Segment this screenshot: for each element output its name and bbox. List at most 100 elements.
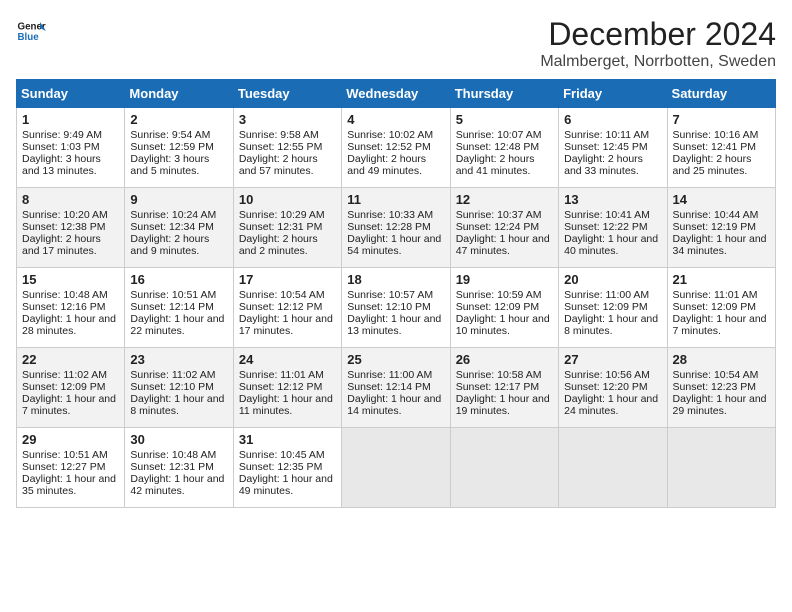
day-info: Sunset: 12:31 PM xyxy=(130,461,227,473)
day-info: Daylight: 1 hour and 8 minutes. xyxy=(130,393,227,417)
day-info: Sunrise: 10:16 AM xyxy=(673,129,770,141)
day-info: Daylight: 2 hours and 33 minutes. xyxy=(564,153,661,177)
calendar-cell: 9Sunrise: 10:24 AMSunset: 12:34 PMDaylig… xyxy=(125,188,233,268)
calendar-cell: 14Sunrise: 10:44 AMSunset: 12:19 PMDayli… xyxy=(667,188,775,268)
day-info: Daylight: 1 hour and 29 minutes. xyxy=(673,393,770,417)
day-info: Sunset: 12:52 PM xyxy=(347,141,444,153)
calendar-cell: 22 Sunrise: 11:02 AMSunset: 12:09 PMDayli… xyxy=(17,348,125,428)
header-saturday: Saturday xyxy=(667,80,775,108)
calendar-cell: 26Sunrise: 10:58 AMSunset: 12:17 PMDayli… xyxy=(450,348,558,428)
day-number: 24 xyxy=(239,352,336,367)
day-info: Sunset: 12:34 PM xyxy=(130,221,227,233)
day-number: 28 xyxy=(673,352,770,367)
day-info: Sunrise: 10:20 AM xyxy=(22,209,119,221)
day-number: 10 xyxy=(239,192,336,207)
day-info: Sunset: 12:09 PM xyxy=(564,301,661,313)
calendar-cell: 4 Sunrise: 10:02 AMSunset: 12:52 PMDaylig… xyxy=(342,108,450,188)
day-info: Daylight: 1 hour and 7 minutes. xyxy=(673,313,770,337)
day-info: Sunrise: 10:29 AM xyxy=(239,209,336,221)
logo: General Blue xyxy=(16,16,46,46)
day-number: 6 xyxy=(564,112,661,127)
day-number: 25 xyxy=(347,352,444,367)
calendar-table: SundayMondayTuesdayWednesdayThursdayFrid… xyxy=(16,79,776,508)
calendar-cell: 20Sunrise: 11:00 AMSunset: 12:09 PMDayli… xyxy=(559,268,667,348)
day-number: 23 xyxy=(130,352,227,367)
day-info: Sunset: 12:09 PM xyxy=(456,301,553,313)
day-number: 22 xyxy=(22,352,119,367)
day-info: Daylight: 1 hour and 34 minutes. xyxy=(673,233,770,257)
day-info: Sunset: 1:03 PM xyxy=(22,141,119,153)
day-info: Sunset: 12:20 PM xyxy=(564,381,661,393)
calendar-week-row: 1Sunrise: 9:49 AMSunset: 1:03 PMDaylight… xyxy=(17,108,776,188)
day-info: Daylight: 1 hour and 11 minutes. xyxy=(239,393,336,417)
day-number: 2 xyxy=(130,112,227,127)
calendar-cell: 17 Sunrise: 10:54 AMSunset: 12:12 PMDayli… xyxy=(233,268,341,348)
day-info: Sunset: 12:14 PM xyxy=(130,301,227,313)
day-info: Sunset: 12:55 PM xyxy=(239,141,336,153)
day-info: Daylight: 1 hour and 7 minutes. xyxy=(22,393,119,417)
calendar-cell xyxy=(559,428,667,508)
calendar-cell: 8Sunrise: 10:20 AMSunset: 12:38 PMDaylig… xyxy=(17,188,125,268)
header-wednesday: Wednesday xyxy=(342,80,450,108)
day-info: Sunrise: 10:59 AM xyxy=(456,289,553,301)
day-info: Sunrise: 11:02 AM xyxy=(130,369,227,381)
page-title: December 2024 xyxy=(540,16,776,53)
day-number: 29 xyxy=(22,432,119,447)
calendar-cell: 24Sunrise: 11:01 AMSunset: 12:12 PMDayli… xyxy=(233,348,341,428)
day-info: Sunset: 12:09 PM xyxy=(22,381,119,393)
day-number: 15 xyxy=(22,272,119,287)
day-number: 4 xyxy=(347,112,444,127)
day-info: Sunset: 12:59 PM xyxy=(130,141,227,153)
day-info: Daylight: 1 hour and 17 minutes. xyxy=(239,313,336,337)
day-number: 30 xyxy=(130,432,227,447)
day-info: Daylight: 1 hour and 35 minutes. xyxy=(22,473,119,497)
day-number: 5 xyxy=(456,112,553,127)
day-info: Daylight: 1 hour and 42 minutes. xyxy=(130,473,227,497)
day-info: Sunrise: 10:48 AM xyxy=(22,289,119,301)
calendar-cell: 25Sunrise: 11:00 AMSunset: 12:14 PMDayli… xyxy=(342,348,450,428)
header-sunday: Sunday xyxy=(17,80,125,108)
day-info: Daylight: 2 hours and 57 minutes. xyxy=(239,153,336,177)
calendar-cell: 19Sunrise: 10:59 AMSunset: 12:09 PMDayli… xyxy=(450,268,558,348)
calendar-cell: 12Sunrise: 10:37 AMSunset: 12:24 PMDayli… xyxy=(450,188,558,268)
calendar-cell: 29Sunrise: 10:51 AMSunset: 12:27 PMDayli… xyxy=(17,428,125,508)
day-info: Sunrise: 10:54 AM xyxy=(239,289,336,301)
calendar-cell: 28Sunrise: 10:54 AMSunset: 12:23 PMDayli… xyxy=(667,348,775,428)
calendar-cell xyxy=(667,428,775,508)
calendar-cell: 6Sunrise: 10:11 AMSunset: 12:45 PMDaylig… xyxy=(559,108,667,188)
calendar-cell: 16Sunrise: 10:51 AMSunset: 12:14 PMDayli… xyxy=(125,268,233,348)
calendar-week-row: 29Sunrise: 10:51 AMSunset: 12:27 PMDayli… xyxy=(17,428,776,508)
day-info: Daylight: 2 hours and 2 minutes. xyxy=(239,233,336,257)
page-subtitle: Malmberget, Norrbotten, Sweden xyxy=(540,53,776,71)
day-info: Sunrise: 9:58 AM xyxy=(239,129,336,141)
page-header: General Blue December 2024 Malmberget, N… xyxy=(16,16,776,71)
day-info: Daylight: 1 hour and 40 minutes. xyxy=(564,233,661,257)
day-number: 1 xyxy=(22,112,119,127)
calendar-cell: 5Sunrise: 10:07 AMSunset: 12:48 PMDaylig… xyxy=(450,108,558,188)
day-number: 18 xyxy=(347,272,444,287)
day-info: Sunrise: 11:00 AM xyxy=(347,369,444,381)
day-info: Sunrise: 10:44 AM xyxy=(673,209,770,221)
day-info: Sunset: 12:28 PM xyxy=(347,221,444,233)
day-info: Sunset: 12:10 PM xyxy=(347,301,444,313)
day-info: Sunrise: 10:51 AM xyxy=(130,289,227,301)
day-info: Daylight: 1 hour and 13 minutes. xyxy=(347,313,444,337)
day-info: Sunset: 12:12 PM xyxy=(239,301,336,313)
header-thursday: Thursday xyxy=(450,80,558,108)
calendar-week-row: 22Sunrise: 11:02 AMSunset: 12:09 PMDayli… xyxy=(17,348,776,428)
day-number: 17 xyxy=(239,272,336,287)
day-info: Daylight: 1 hour and 10 minutes. xyxy=(456,313,553,337)
day-number: 21 xyxy=(673,272,770,287)
calendar-cell: 18Sunrise: 10:57 AMSunset: 12:10 PMDayli… xyxy=(342,268,450,348)
day-info: Sunrise: 10:56 AM xyxy=(564,369,661,381)
header-monday: Monday xyxy=(125,80,233,108)
day-info: Sunset: 12:27 PM xyxy=(22,461,119,473)
day-info: Daylight: 2 hours and 49 minutes. xyxy=(347,153,444,177)
calendar-cell: 10Sunrise: 10:29 AMSunset: 12:31 PMDayli… xyxy=(233,188,341,268)
day-info: Sunrise: 10:02 AM xyxy=(347,129,444,141)
day-number: 11 xyxy=(347,192,444,207)
day-info: Sunset: 12:17 PM xyxy=(456,381,553,393)
day-info: Sunset: 12:45 PM xyxy=(564,141,661,153)
day-info: Sunset: 12:19 PM xyxy=(673,221,770,233)
day-info: Sunrise: 11:02 AM xyxy=(22,369,119,381)
